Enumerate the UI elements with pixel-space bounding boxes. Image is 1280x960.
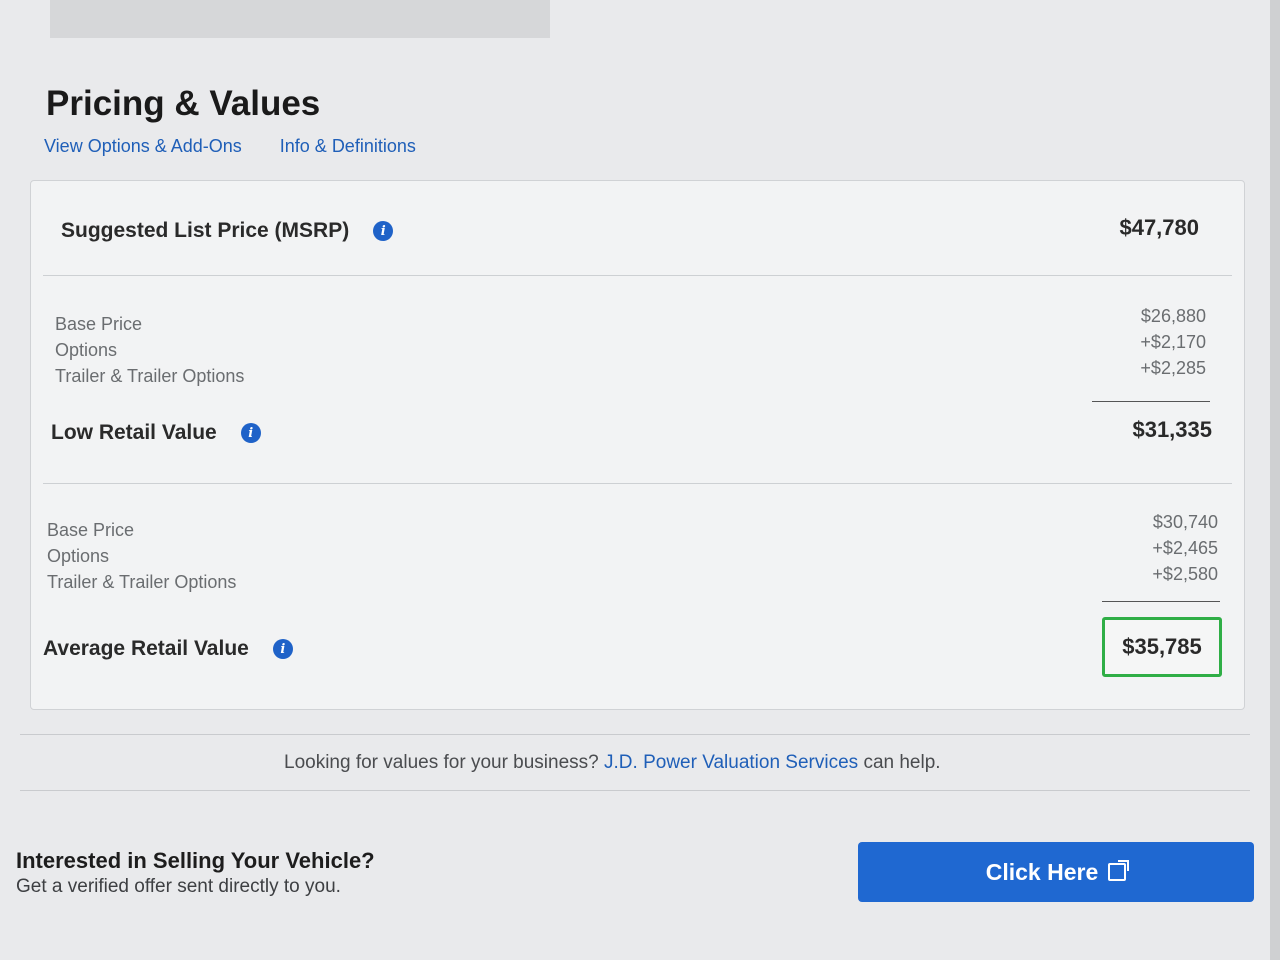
business-note: Looking for values for your business? J.…: [284, 752, 941, 774]
external-link-icon: [1108, 860, 1130, 881]
info-definitions-link[interactable]: Info & Definitions: [280, 136, 416, 157]
detail-value: $26,880: [1140, 306, 1206, 326]
low-retail-value: $31,335: [1132, 417, 1212, 442]
detail-value: +$2,170: [1140, 332, 1206, 352]
msrp-row: Suggested List Price (MSRP) i: [61, 219, 394, 243]
divider: [20, 734, 1250, 735]
screen-edge: [1270, 0, 1280, 960]
low-retail-label: Low Retail Value: [51, 421, 217, 444]
valuation-services-link[interactable]: J.D. Power Valuation Services: [604, 752, 858, 773]
detail-label: Options: [55, 340, 118, 360]
sum-line: [1102, 601, 1220, 602]
top-placeholder: [50, 0, 550, 38]
avg-retail-value: $35,785: [1102, 617, 1222, 677]
header-links: View Options & Add-Ons Info & Definition…: [44, 136, 416, 157]
detail-label: Base Price: [55, 314, 143, 334]
click-here-button[interactable]: Click Here: [858, 842, 1254, 902]
divider: [20, 790, 1250, 791]
divider: [43, 483, 1232, 484]
avg-retail-label: Average Retail Value: [43, 637, 249, 660]
low-retail-row: Low Retail Value i: [51, 421, 261, 445]
detail-value: +$2,285: [1140, 358, 1206, 378]
info-icon[interactable]: i: [272, 639, 293, 659]
detail-value: +$2,580: [1152, 564, 1218, 584]
click-here-label: Click Here: [985, 858, 1099, 885]
detail-label: Trailer & Trailer Options: [47, 572, 237, 592]
info-icon[interactable]: i: [373, 221, 394, 241]
avg-retail-row: Average Retail Value i: [43, 637, 293, 661]
detail-label: Base Price: [47, 520, 135, 540]
pricing-page: Pricing & Values View Options & Add-Ons …: [0, 0, 1280, 960]
avg-retail-details-values: $30,740 +$2,465 +$2,580: [1152, 509, 1218, 587]
avg-retail-details-labels: Base Price Options Trailer & Trailer Opt…: [47, 517, 236, 595]
detail-value: +$2,465: [1152, 538, 1218, 558]
detail-label: Options: [47, 546, 110, 566]
page-title: Pricing & Values: [46, 84, 321, 123]
divider: [43, 275, 1232, 276]
msrp-value: $47,780: [1119, 215, 1199, 240]
pricing-card: Suggested List Price (MSRP) i $47,780 Ba…: [30, 180, 1245, 710]
detail-value: $30,740: [1152, 512, 1218, 532]
low-retail-details-values: $26,880 +$2,170 +$2,285: [1140, 303, 1206, 381]
low-retail-details-labels: Base Price Options Trailer & Trailer Opt…: [55, 311, 244, 389]
detail-label: Trailer & Trailer Options: [55, 366, 245, 386]
info-icon[interactable]: i: [240, 423, 261, 443]
sum-line: [1092, 401, 1210, 402]
msrp-label: Suggested List Price (MSRP): [61, 219, 350, 242]
business-suffix: can help.: [863, 752, 941, 773]
sell-title: Interested in Selling Your Vehicle?: [16, 848, 375, 873]
sell-subtitle: Get a verified offer sent directly to yo…: [16, 876, 341, 897]
business-prefix: Looking for values for your business?: [284, 752, 599, 773]
view-options-link[interactable]: View Options & Add-Ons: [44, 136, 242, 157]
